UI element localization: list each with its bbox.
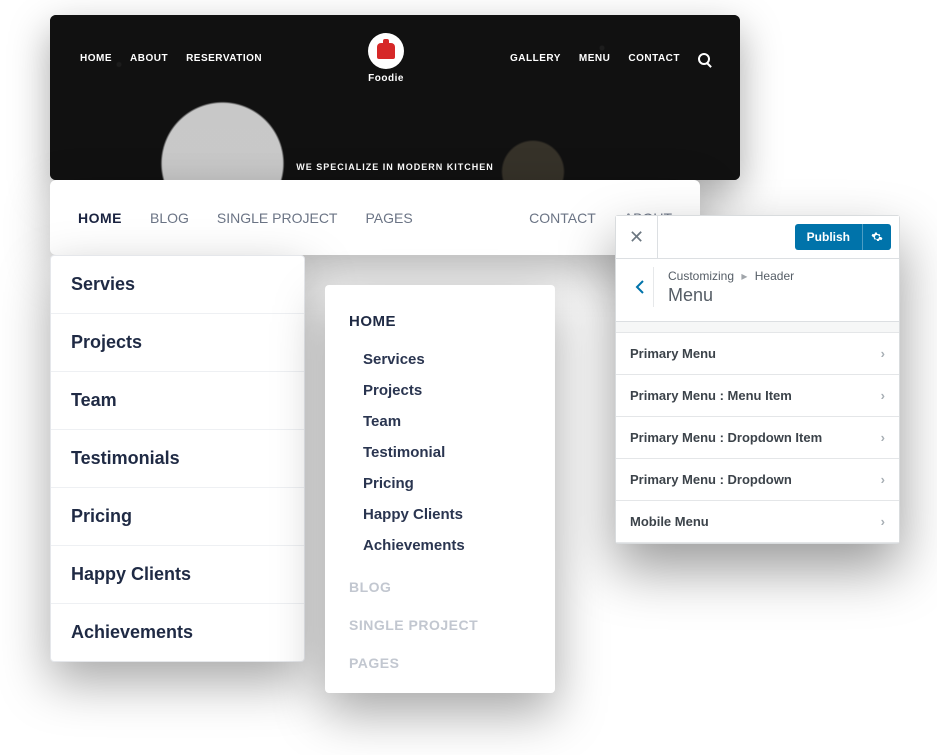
hero-banner: HOME ABOUT RESERVATION Foodie GALLERY ME… bbox=[50, 15, 740, 180]
dropdown-item[interactable]: Achievements bbox=[51, 604, 304, 661]
dropdown-list: Servies Projects Team Testimonials Prici… bbox=[50, 255, 305, 662]
hero-tagline: WE SPECIALIZE IN MODERN KITCHEN bbox=[265, 162, 525, 172]
brand-logo[interactable]: Foodie bbox=[368, 33, 404, 84]
customizer-row[interactable]: Primary Menu : Menu Item › bbox=[616, 375, 899, 417]
row-label: Primary Menu : Dropdown Item bbox=[630, 430, 822, 445]
back-button[interactable] bbox=[626, 267, 654, 307]
hero-nav-right: GALLERY MENU CONTACT bbox=[510, 53, 710, 65]
chevron-left-icon bbox=[635, 279, 645, 295]
mega-menu-item[interactable]: Projects bbox=[349, 375, 531, 406]
customizer-breadcrumb: Customizing ▸ Header Menu bbox=[616, 259, 899, 322]
dropdown-item[interactable]: Team bbox=[51, 372, 304, 430]
main-navbar: HOME BLOG SINGLE PROJECT PAGES CONTACT A… bbox=[50, 180, 700, 255]
nav-item-blog[interactable]: BLOG bbox=[150, 210, 189, 226]
hero-nav-item[interactable]: HOME bbox=[80, 53, 112, 64]
customizer-row[interactable]: Primary Menu : Dropdown Item › bbox=[616, 417, 899, 459]
publish-button[interactable]: Publish bbox=[795, 224, 862, 250]
mega-menu-item[interactable]: Achievements bbox=[349, 530, 531, 561]
breadcrumb-parent: Header bbox=[755, 269, 794, 283]
chevron-right-icon: › bbox=[881, 472, 885, 487]
hero-nav-item[interactable]: GALLERY bbox=[510, 53, 561, 64]
chef-hat-icon bbox=[368, 33, 404, 69]
nav-item-contact[interactable]: CONTACT bbox=[529, 210, 596, 226]
search-icon[interactable] bbox=[698, 53, 710, 65]
mega-menu-heading[interactable]: HOME bbox=[349, 313, 531, 330]
mega-menu-item[interactable]: Team bbox=[349, 406, 531, 437]
hero-nav-item[interactable]: RESERVATION bbox=[186, 53, 262, 64]
customizer-row[interactable]: Mobile Menu › bbox=[616, 501, 899, 543]
chevron-right-icon: › bbox=[881, 430, 885, 445]
row-label: Primary Menu : Dropdown bbox=[630, 472, 792, 487]
mega-menu-item[interactable]: Services bbox=[349, 344, 531, 375]
customizer-list: Primary Menu › Primary Menu : Menu Item … bbox=[616, 332, 899, 543]
dropdown-item[interactable]: Testimonials bbox=[51, 430, 304, 488]
hero-nav: HOME ABOUT RESERVATION Foodie GALLERY ME… bbox=[50, 15, 740, 84]
mega-menu-item[interactable]: Pricing bbox=[349, 468, 531, 499]
breadcrumb-root: Customizing bbox=[668, 269, 734, 283]
mega-menu-column: HOME Services Projects Team Testimonial … bbox=[325, 285, 555, 693]
publish-group: Publish bbox=[795, 224, 891, 250]
close-button[interactable]: ✕ bbox=[616, 216, 658, 258]
mega-menu-faded[interactable]: BLOG bbox=[349, 579, 531, 595]
gear-icon bbox=[871, 231, 883, 243]
customizer-row[interactable]: Primary Menu › bbox=[616, 332, 899, 375]
chevron-right-icon: › bbox=[881, 346, 885, 361]
mega-menu-item[interactable]: Testimonial bbox=[349, 437, 531, 468]
mega-menu-faded[interactable]: SINGLE PROJECT bbox=[349, 617, 531, 633]
dropdown-item[interactable]: Pricing bbox=[51, 488, 304, 546]
row-label: Mobile Menu bbox=[630, 514, 709, 529]
dropdown-item[interactable]: Happy Clients bbox=[51, 546, 304, 604]
breadcrumb-path: Customizing ▸ Header bbox=[668, 269, 794, 283]
brand-name: Foodie bbox=[368, 73, 404, 84]
customizer-panel: ✕ Publish Customizing ▸ Header Menu Prim… bbox=[615, 215, 900, 544]
nav-item-pages[interactable]: PAGES bbox=[366, 210, 413, 226]
chevron-right-icon: ▸ bbox=[741, 269, 747, 283]
nav-item-home[interactable]: HOME bbox=[78, 210, 122, 226]
chevron-right-icon: › bbox=[881, 514, 885, 529]
customizer-row[interactable]: Primary Menu : Dropdown › bbox=[616, 459, 899, 501]
hero-nav-item[interactable]: CONTACT bbox=[628, 53, 680, 64]
hero-nav-left: HOME ABOUT RESERVATION bbox=[80, 53, 262, 64]
row-label: Primary Menu : Menu Item bbox=[630, 388, 792, 403]
mega-menu-faded[interactable]: PAGES bbox=[349, 655, 531, 671]
mega-menu-item[interactable]: Happy Clients bbox=[349, 499, 531, 530]
section-title: Menu bbox=[668, 285, 794, 306]
hero-nav-item[interactable]: ABOUT bbox=[130, 53, 168, 64]
dropdown-item[interactable]: Projects bbox=[51, 314, 304, 372]
publish-settings-button[interactable] bbox=[862, 224, 891, 250]
row-label: Primary Menu bbox=[630, 346, 716, 361]
dropdown-item[interactable]: Servies bbox=[51, 256, 304, 314]
chevron-right-icon: › bbox=[881, 388, 885, 403]
close-icon: ✕ bbox=[629, 227, 644, 248]
nav-item-single-project[interactable]: SINGLE PROJECT bbox=[217, 210, 338, 226]
hero-nav-item[interactable]: MENU bbox=[579, 53, 610, 64]
customizer-topbar: ✕ Publish bbox=[616, 216, 899, 259]
